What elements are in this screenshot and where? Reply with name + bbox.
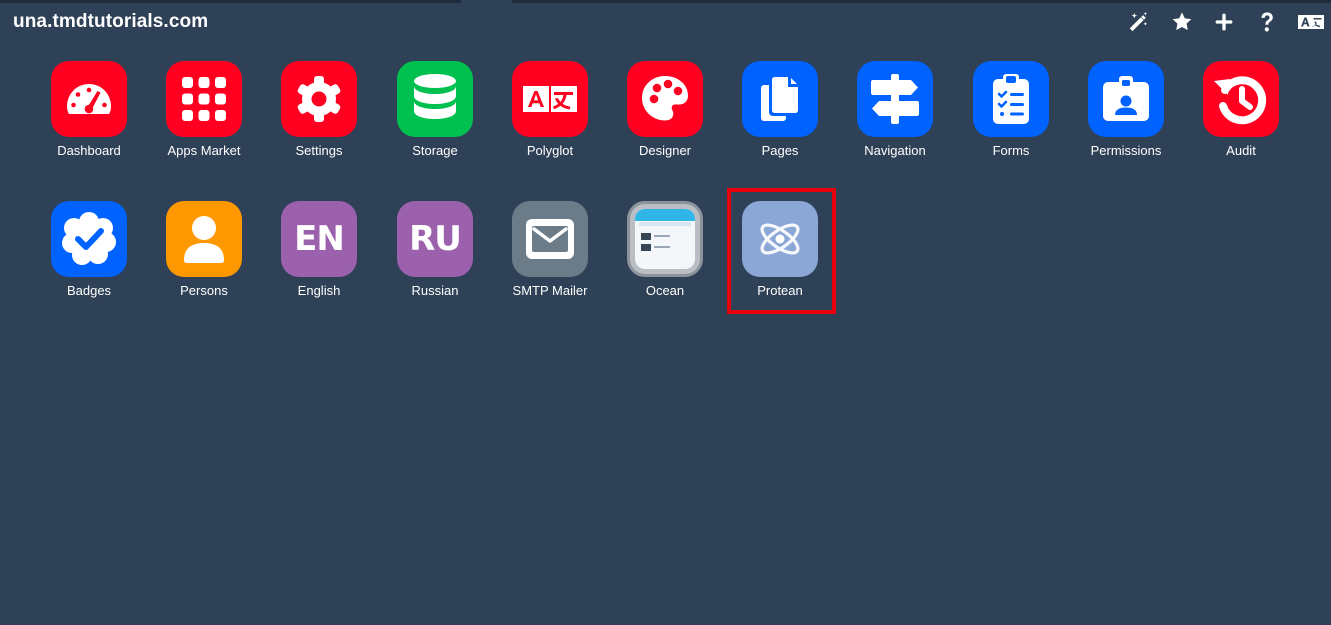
app-label: Persons: [180, 283, 228, 298]
app-label: Settings: [295, 143, 343, 158]
settings-tile: [281, 61, 357, 137]
dashboard-gauge-icon: [67, 84, 111, 114]
storage-tile: [397, 61, 473, 137]
persons-tile: [166, 201, 242, 277]
app-label: Protean: [757, 283, 803, 298]
english-tile: EN: [281, 201, 357, 277]
app-label: Ocean: [645, 283, 685, 298]
audit-tile: [1203, 61, 1279, 137]
app-label: Designer: [638, 143, 692, 158]
add-button[interactable]: [1210, 8, 1238, 36]
app-label: Audit: [1226, 143, 1256, 158]
app-permissions[interactable]: Permissions: [1076, 61, 1176, 171]
app-ocean[interactable]: Ocean: [615, 201, 715, 311]
apps-market-tile: [166, 61, 242, 137]
person-icon: [184, 216, 224, 263]
app-label: Navigation: [864, 143, 926, 158]
language-button[interactable]: [1297, 8, 1325, 36]
forms-tile: [973, 61, 1049, 137]
app-label: Pages: [761, 143, 799, 158]
dashboard-tile: [51, 61, 127, 137]
gear-icon: [297, 76, 341, 122]
app-settings[interactable]: Settings: [269, 61, 369, 171]
app-storage[interactable]: Storage: [385, 61, 485, 171]
russian-tile-text: RU: [409, 219, 462, 259]
database-icon: [414, 74, 456, 119]
language-icon: [1298, 15, 1324, 29]
app-label: Dashboard: [57, 143, 121, 158]
app-russian[interactable]: RU Russian: [385, 201, 485, 311]
app-apps-market[interactable]: Apps Market: [154, 61, 254, 171]
english-tile-text: EN: [294, 219, 345, 259]
favorites-button[interactable]: [1168, 8, 1196, 36]
site-title[interactable]: una.tmdtutorials.com: [13, 11, 208, 33]
question-icon: [1261, 12, 1273, 32]
app-smtp-mailer[interactable]: SMTP Mailer: [500, 201, 600, 311]
app-label: Badges: [66, 283, 112, 298]
app-polyglot[interactable]: Polyglot: [500, 61, 600, 171]
smtp-mailer-tile: [512, 201, 588, 277]
atom-icon: [760, 223, 800, 255]
permissions-tile: [1088, 61, 1164, 137]
top-border-gap: [461, 0, 512, 3]
protean-tile: [742, 201, 818, 277]
id-badge-icon: [1103, 76, 1149, 121]
navigation-tile: [857, 61, 933, 137]
app-label: Forms: [992, 143, 1030, 158]
grid-icon: [182, 77, 226, 121]
pages-icon: [758, 74, 801, 124]
app-badges[interactable]: Badges: [39, 201, 139, 311]
polyglot-tile: [512, 61, 588, 137]
app-label: Polyglot: [526, 143, 574, 158]
app-persons[interactable]: Persons: [154, 201, 254, 311]
badges-tile: [51, 201, 127, 277]
palette-icon: [642, 76, 688, 121]
app-pages[interactable]: Pages: [730, 61, 830, 171]
app-english[interactable]: EN English: [269, 201, 369, 311]
plus-icon: [1215, 13, 1233, 31]
app-forms[interactable]: Forms: [961, 61, 1061, 171]
verified-badge-icon: [62, 212, 116, 265]
pages-tile: [742, 61, 818, 137]
app-protean[interactable]: Protean: [730, 201, 830, 311]
russian-tile: RU: [397, 201, 473, 277]
app-navigation[interactable]: Navigation: [845, 61, 945, 171]
signpost-icon: [871, 74, 919, 124]
app-audit[interactable]: Audit: [1191, 61, 1291, 171]
app-designer[interactable]: Designer: [615, 61, 715, 171]
app-label: Russian: [411, 283, 459, 298]
designer-tile: [627, 61, 703, 137]
app-label: Storage: [412, 143, 458, 158]
app-label: Permissions: [1090, 143, 1162, 158]
help-button[interactable]: [1253, 8, 1281, 36]
ocean-template-thumbnail-icon: [635, 209, 695, 269]
app-label: SMTP Mailer: [512, 283, 588, 298]
language-icon: [523, 86, 577, 112]
clipboard-list-icon: [993, 74, 1029, 124]
magic-wand-button[interactable]: [1124, 8, 1152, 36]
star-icon: [1172, 12, 1192, 31]
app-label: English: [297, 283, 341, 298]
app-label: Apps Market: [167, 143, 241, 158]
app-dashboard[interactable]: Dashboard: [39, 61, 139, 171]
history-icon: [1214, 76, 1267, 125]
ocean-tile: [627, 201, 703, 277]
envelope-icon: [526, 219, 574, 259]
top-border: [0, 0, 1331, 3]
magic-wand-icon: [1129, 11, 1148, 32]
